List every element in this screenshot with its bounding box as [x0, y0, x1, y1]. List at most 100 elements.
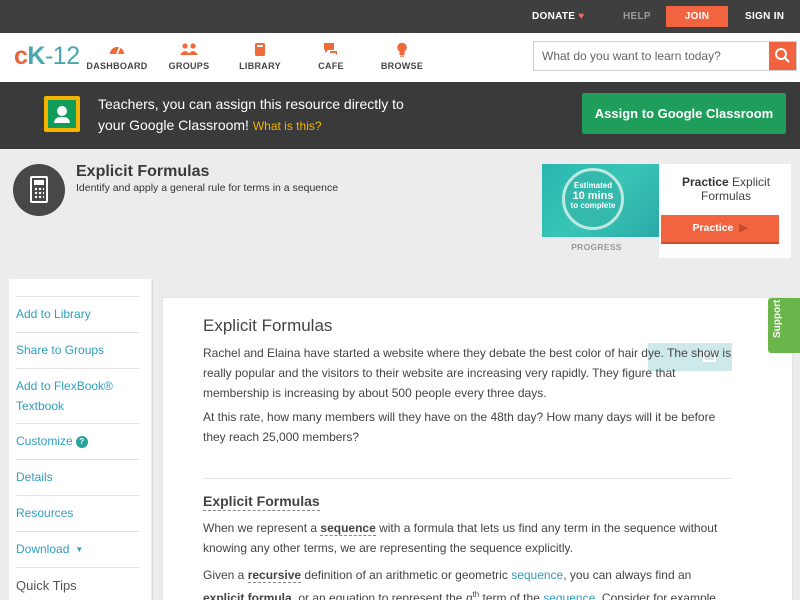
- sidebar-divider: [16, 368, 139, 369]
- estimate-complete: to complete: [570, 201, 616, 210]
- nav-cafe-label: CAFE: [318, 61, 344, 71]
- sequence-link[interactable]: sequence: [543, 591, 595, 600]
- sidebar-divider: [16, 459, 139, 460]
- flexbook-line-2: Textbook: [16, 399, 65, 413]
- classroom-line-1: Teachers, you can assign this resource d…: [98, 96, 404, 112]
- p4-text-f: . Consider for example: [595, 591, 716, 600]
- section-divider: [203, 478, 731, 479]
- classroom-line-2: your Google Classroom!: [98, 117, 249, 133]
- practice-title-bold: Practice: [681, 175, 729, 189]
- library-icon: [225, 42, 295, 58]
- nav-groups-label: GROUPS: [168, 61, 210, 71]
- help-link[interactable]: HELP: [623, 0, 651, 33]
- sidebar-item-add-flexbook[interactable]: Add to FlexBook® Textbook: [16, 376, 139, 416]
- ck12-logo[interactable]: cK-12: [14, 42, 80, 71]
- nav-browse[interactable]: BROWSE: [367, 42, 437, 71]
- article-title: Explicit Formulas: [203, 316, 333, 335]
- quick-tips-heading: Quick Tips: [16, 578, 77, 593]
- p4-n: n: [465, 591, 473, 600]
- practice-button[interactable]: Practice ▶: [661, 215, 779, 244]
- sidebar-divider: [16, 531, 139, 532]
- lightbulb-icon: [367, 42, 437, 58]
- join-button[interactable]: JOIN: [666, 6, 728, 27]
- sign-in-link[interactable]: SIGN IN: [745, 0, 784, 33]
- sidebar-item-customize[interactable]: Customize?: [16, 431, 139, 451]
- nav-library-label: LIBRARY: [239, 61, 281, 71]
- chevron-right-icon: ▶: [739, 222, 748, 234]
- intro-paragraph: Rachel and Elaina have started a website…: [203, 346, 732, 400]
- google-classroom-banner: Teachers, you can assign this resource d…: [0, 82, 800, 149]
- calculator-icon: [13, 164, 65, 216]
- download-label: Download: [16, 542, 70, 556]
- nav-browse-label: BROWSE: [380, 61, 424, 71]
- nav-library[interactable]: LIBRARY: [225, 42, 295, 71]
- p4-text-e: term of the: [479, 591, 544, 600]
- sequence-link[interactable]: sequence: [511, 568, 563, 582]
- vocab-term-recursive[interactable]: recursive: [247, 568, 302, 583]
- help-icon[interactable]: ?: [75, 436, 88, 448]
- section-heading: Explicit Formulas: [203, 493, 320, 511]
- nav-groups[interactable]: GROUPS: [154, 42, 224, 71]
- support-label: Support: [772, 299, 783, 338]
- what-is-this-link[interactable]: What is this?: [253, 119, 322, 133]
- search-icon: [775, 48, 790, 63]
- sidebar-item-download[interactable]: Download ▼: [16, 539, 139, 560]
- logo-12: -12: [44, 42, 80, 70]
- logo-k: K: [27, 42, 45, 70]
- nav-dashboard-label: DASHBOARD: [86, 61, 148, 71]
- estimate-label: Estimated 10 mins to complete: [562, 181, 624, 211]
- p4-text-b: definition of an arithmetic or geometric: [301, 568, 512, 582]
- search-button[interactable]: [769, 42, 796, 70]
- practice-title: Practice Explicit Formulas: [661, 175, 791, 203]
- top-bar: DONATE ♥ HELP JOIN SIGN IN: [0, 0, 800, 33]
- explanation-paragraph: Given a recursive definition of an arith…: [203, 565, 733, 600]
- vocab-term-sequence[interactable]: sequence: [320, 521, 376, 536]
- sidebar-divider: [16, 567, 139, 568]
- customize-label: Customize: [16, 434, 73, 448]
- sidebar-divider: [16, 495, 139, 496]
- donate-label: DONATE: [532, 11, 576, 22]
- flexbook-line-1: Add to FlexBook®: [16, 379, 113, 393]
- support-tab[interactable]: Support: [768, 298, 800, 353]
- chat-icon: [296, 42, 366, 58]
- page-subtitle: Identify and apply a general rule for te…: [76, 182, 339, 194]
- p4-text-d: , or an equation to represent the: [291, 591, 466, 600]
- concept-header: Explicit Formulas Identify and apply a g…: [0, 149, 800, 269]
- dashboard-icon: [82, 42, 152, 58]
- heart-icon: ♥: [578, 11, 585, 22]
- progress-label: PROGRESS: [571, 242, 622, 252]
- p4-text-a: Given a: [203, 568, 248, 582]
- donate-link[interactable]: DONATE ♥: [532, 0, 585, 33]
- sidebar-item-resources[interactable]: Resources: [16, 503, 139, 523]
- sidebar-item-add-library[interactable]: Add to Library: [16, 304, 139, 324]
- caret-down-icon: ▼: [75, 545, 84, 554]
- nav-dashboard[interactable]: DASHBOARD: [82, 42, 152, 71]
- sidebar-divider: [16, 296, 139, 297]
- assign-google-classroom-button[interactable]: Assign to Google Classroom: [582, 93, 786, 134]
- logo-c: c: [14, 42, 28, 70]
- p3-text-a: When we represent a: [203, 521, 321, 535]
- main-nav: cK-12 DASHBOARD GROUPS LIBRARY CAFE BROW…: [0, 33, 800, 82]
- sidebar-item-details[interactable]: Details: [16, 467, 139, 487]
- content-area: Explicit Formulas Rachel and Elaina have…: [152, 279, 793, 600]
- nav-cafe[interactable]: CAFE: [296, 42, 366, 71]
- article-card: Explicit Formulas Rachel and Elaina have…: [162, 297, 793, 600]
- practice-progress: Estimated 10 mins to complete PROGRESS: [542, 164, 659, 258]
- definition-paragraph: When we represent a sequence with a form…: [203, 518, 733, 558]
- sidebar-divider: [16, 423, 139, 424]
- vocab-term-explicit-formula[interactable]: explicit formula: [203, 591, 292, 600]
- search-box: [533, 41, 797, 71]
- groups-icon: [154, 42, 224, 58]
- practice-card: Estimated 10 mins to complete PROGRESS P…: [542, 164, 791, 258]
- practice-button-label: Practice: [692, 222, 734, 234]
- page-title: Explicit Formulas: [76, 163, 210, 180]
- question-paragraph: At this rate, how many members will they…: [203, 410, 716, 444]
- practice-thumbnail: Estimated 10 mins to complete: [542, 164, 659, 237]
- estimate-mins: 10 mins: [572, 190, 614, 202]
- p4-text-c: , you can always find an: [563, 568, 692, 582]
- sidebar-item-share-groups[interactable]: Share to Groups: [16, 340, 139, 360]
- sidebar-divider: [16, 332, 139, 333]
- classroom-message: Teachers, you can assign this resource d…: [98, 94, 538, 137]
- resource-sidebar: Add to Library Share to Groups Add to Fl…: [9, 279, 151, 600]
- search-input[interactable]: [534, 42, 770, 70]
